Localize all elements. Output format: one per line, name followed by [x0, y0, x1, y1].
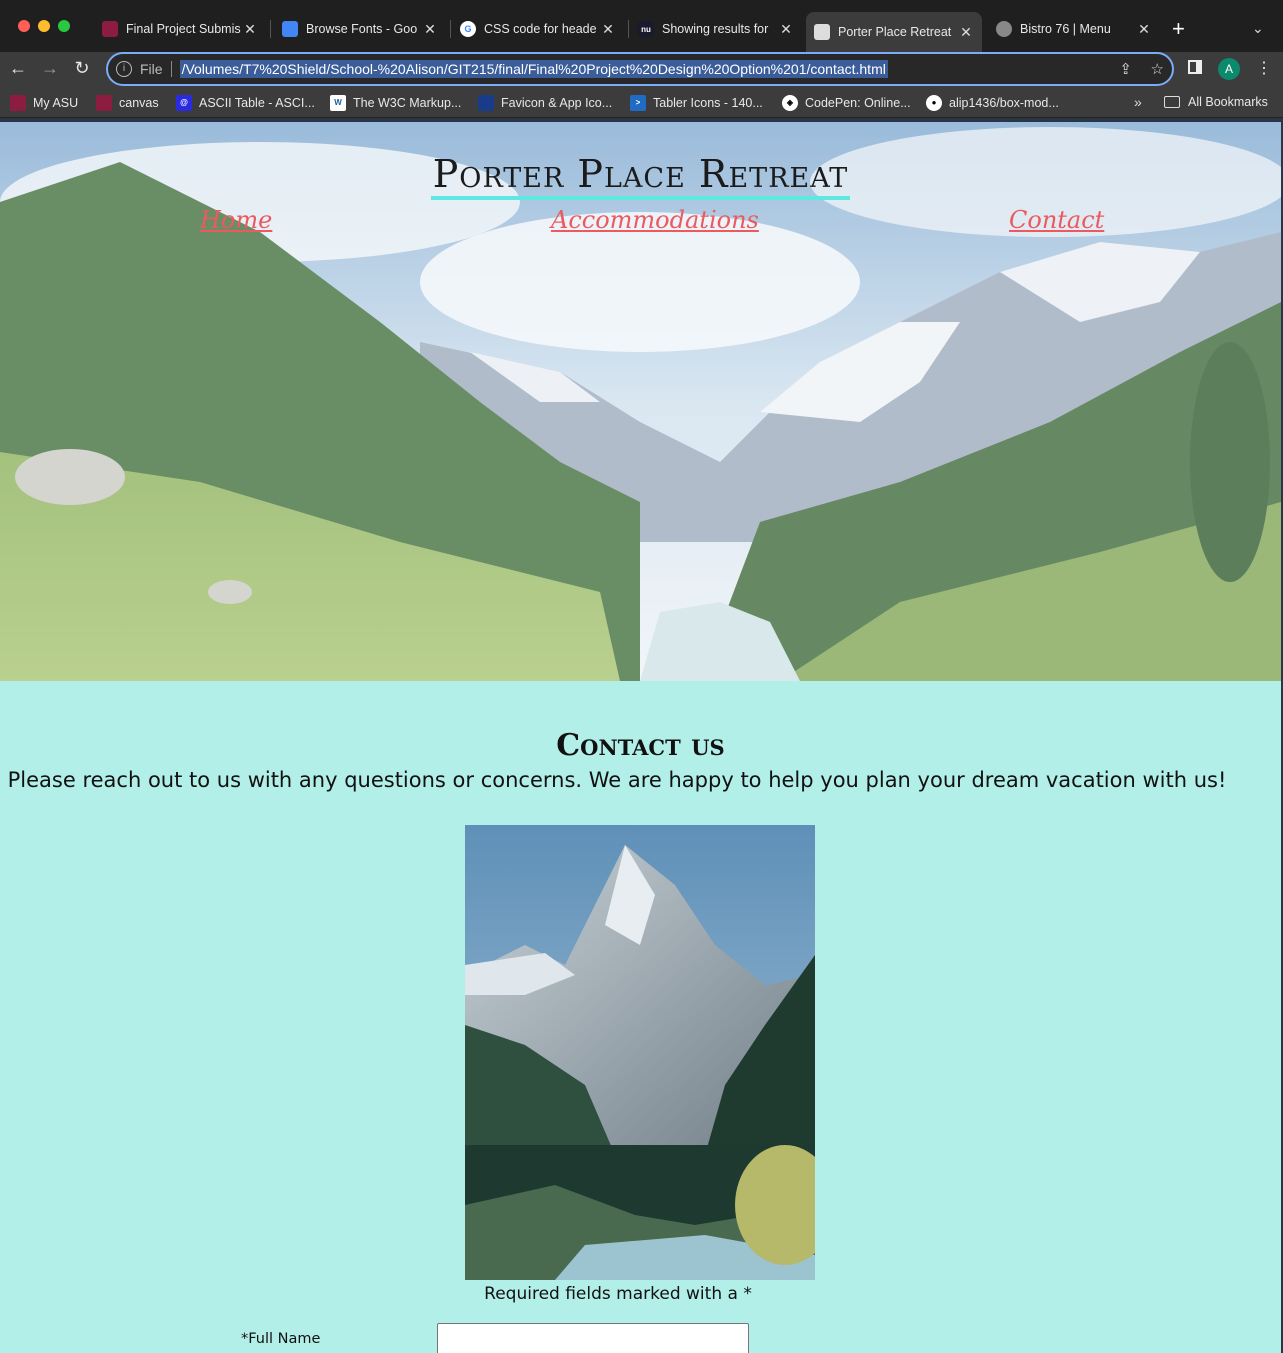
contact-intro: Please reach out to us with any question…: [7, 768, 1227, 792]
side-panel-icon[interactable]: [1188, 60, 1202, 74]
url-text[interactable]: /Volumes/T7%20Shield/School-%20Alison/GI…: [179, 60, 888, 78]
hero-banner: Porter Place Retreat Home Accommodations…: [0, 122, 1281, 681]
bookmark-item[interactable]: canvas: [96, 95, 159, 111]
address-bar[interactable]: i File /Volumes/T7%20Shield/School-%20Al…: [106, 52, 1174, 86]
bookmarks-bar: My ASU canvas @ ASCII Table - ASCI... W Th…: [0, 88, 1283, 118]
nav-link-accommodations[interactable]: Accommodations: [551, 206, 759, 234]
back-arrow-icon[interactable]: ←: [6, 58, 30, 79]
bookmark-item[interactable]: W The W3C Markup...: [330, 95, 461, 111]
w3c-icon: W: [330, 95, 346, 111]
asu-icon: [102, 21, 118, 37]
browser-tab[interactable]: Final Project Submis ✕: [94, 14, 266, 44]
browser-toolbar: ← → ↻ i File /Volumes/T7%20Shield/School…: [0, 52, 1283, 88]
more-bookmarks-icon[interactable]: »: [1134, 94, 1142, 110]
profile-avatar[interactable]: A: [1218, 58, 1240, 80]
nu-icon: nu: [638, 21, 654, 37]
globe-icon: [996, 21, 1012, 37]
at-icon: @: [176, 95, 192, 111]
info-icon[interactable]: i: [116, 61, 132, 77]
page-icon: [814, 24, 830, 40]
forward-arrow-icon[interactable]: →: [38, 58, 62, 79]
all-bookmarks-button[interactable]: All Bookmarks: [1164, 95, 1268, 109]
google-icon: G: [460, 21, 476, 37]
asu-icon: [10, 95, 26, 111]
bookmark-item[interactable]: Favicon & App Ico...: [478, 95, 612, 111]
full-name-label: *Full Name: [241, 1331, 321, 1347]
browser-tab[interactable]: G CSS code for heade ✕: [452, 14, 624, 44]
bookmark-item[interactable]: ● alip1436/box-mod...: [926, 95, 1059, 111]
bookmark-item[interactable]: ◈ CodePen: Online...: [782, 95, 911, 111]
browser-tab[interactable]: Browse Fonts - Goo ✕: [274, 14, 446, 44]
full-name-input[interactable]: [437, 1323, 749, 1353]
maximize-window-button[interactable]: [58, 20, 70, 32]
contact-heading: Contact us: [556, 728, 725, 763]
close-window-button[interactable]: [18, 20, 30, 32]
codepen-icon: ◈: [782, 95, 798, 111]
tab-close-icon[interactable]: ✕: [422, 21, 438, 38]
browser-tab[interactable]: nu Showing results for ✕: [630, 14, 802, 44]
github-icon: ●: [926, 95, 942, 111]
bookmark-star-icon[interactable]: ☆: [1151, 60, 1164, 78]
favicon-icon: [478, 95, 494, 111]
minimize-window-button[interactable]: [38, 20, 50, 32]
bookmark-item[interactable]: > Tabler Icons - 140...: [630, 95, 763, 111]
asu-icon: [96, 95, 112, 111]
share-icon[interactable]: ⇪: [1119, 60, 1132, 78]
browser-tab[interactable]: Bistro 76 | Menu ✕: [988, 14, 1160, 44]
mountain-peak-image: [465, 825, 815, 1280]
site-title: Porter Place Retreat: [430, 152, 851, 200]
nav-link-contact[interactable]: Contact: [1009, 206, 1104, 234]
tab-close-icon[interactable]: ✕: [1136, 21, 1152, 38]
nav-link-home[interactable]: Home: [200, 206, 272, 234]
folder-icon: [1164, 96, 1180, 108]
tab-strip: Final Project Submis ✕ Browse Fonts - Go…: [0, 0, 1283, 52]
required-fields-note: Required fields marked with a *: [484, 1284, 752, 1304]
new-tab-button[interactable]: +: [1172, 18, 1185, 40]
google-fonts-icon: [282, 21, 298, 37]
browser-tab-active[interactable]: Porter Place Retreat ✕: [806, 12, 982, 52]
bookmark-item[interactable]: My ASU: [10, 95, 78, 111]
menu-kebab-icon[interactable]: ⋮: [1256, 58, 1272, 78]
web-page: Porter Place Retreat Home Accommodations…: [0, 122, 1281, 1353]
reload-icon[interactable]: ↻: [70, 58, 94, 79]
tab-close-icon[interactable]: ✕: [778, 21, 794, 38]
tab-close-icon[interactable]: ✕: [958, 24, 974, 41]
tab-close-icon[interactable]: ✕: [242, 21, 258, 38]
bookmark-item[interactable]: @ ASCII Table - ASCI...: [176, 95, 315, 111]
tab-close-icon[interactable]: ✕: [600, 21, 616, 38]
chevron-down-icon[interactable]: ⌄: [1252, 20, 1264, 37]
tabler-icon: >: [630, 95, 646, 111]
